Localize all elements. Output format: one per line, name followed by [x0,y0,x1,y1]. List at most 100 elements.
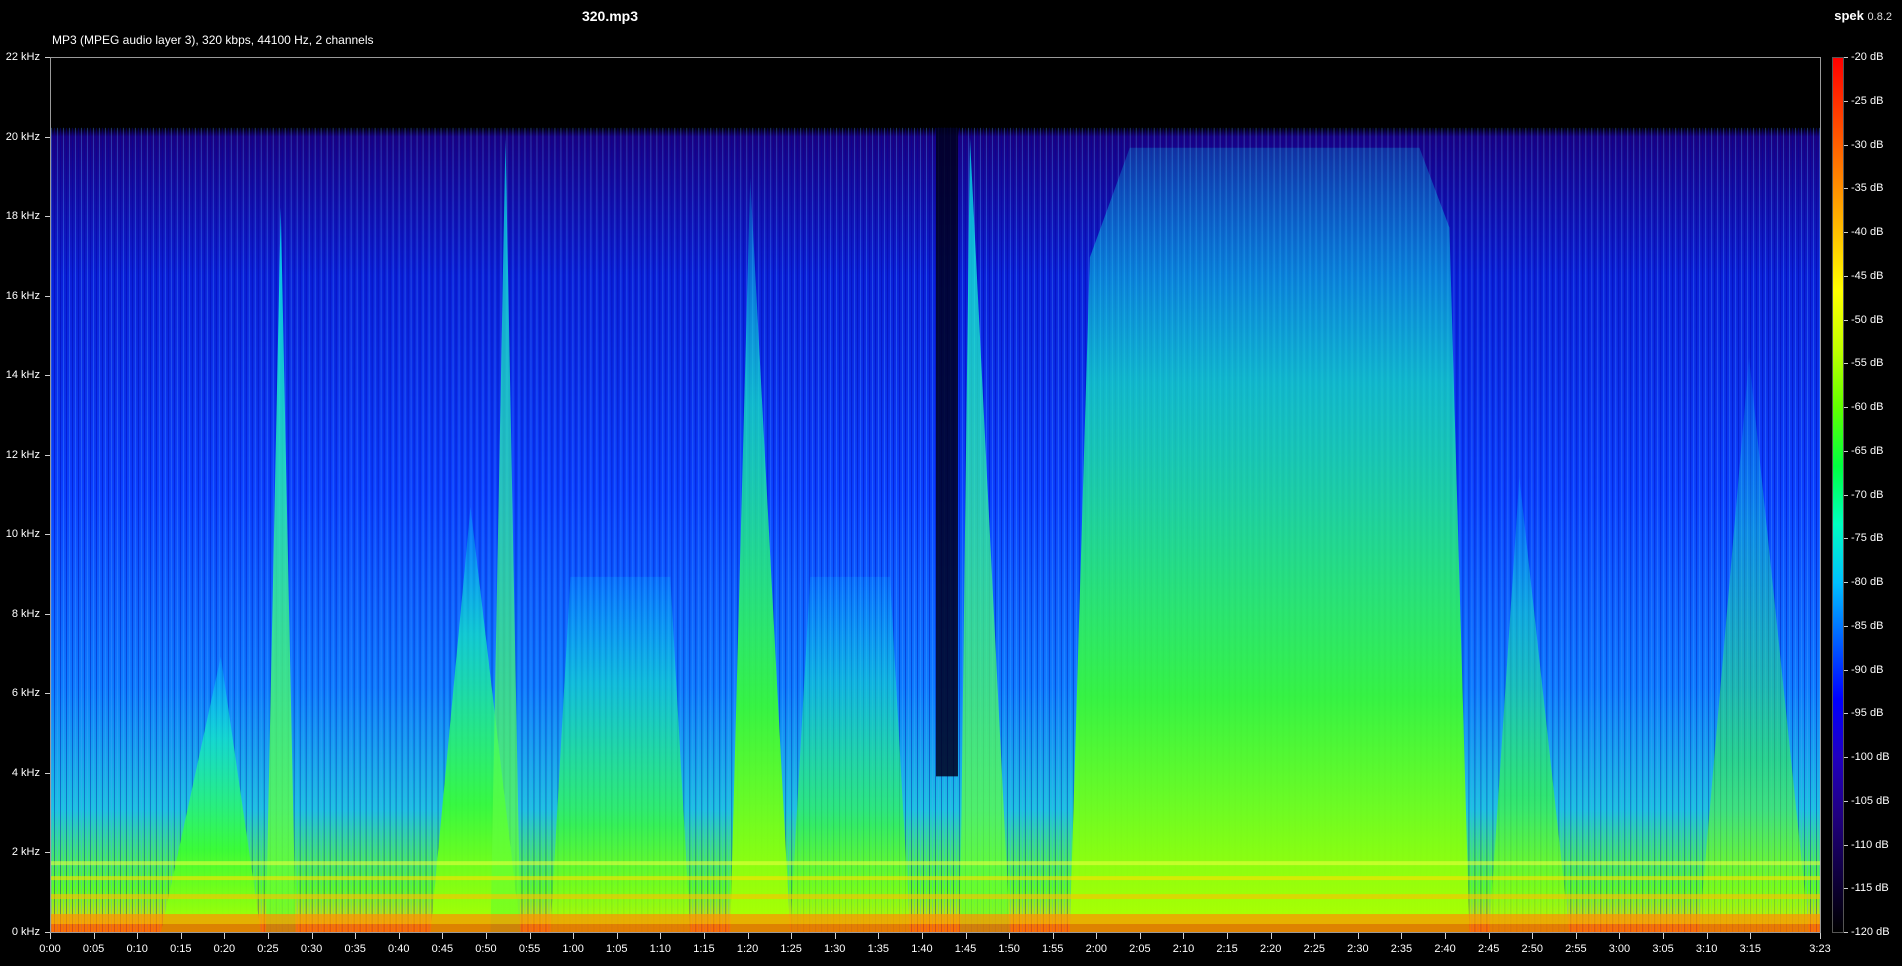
time-tick-label: 0:00 [39,943,61,955]
freq-tick-label: 2 kHz [11,846,40,859]
freq-tick-mark [45,57,50,58]
time-tick-label: 0:25 [257,943,279,955]
freq-tick-label: 4 kHz [11,766,40,779]
db-tick-mark [1844,319,1848,321]
time-tick-label: 1:40 [911,943,933,955]
time-tick-label: 0:05 [82,943,105,955]
time-tick-label: 3:00 [1608,943,1631,955]
time-tick-label: 3:05 [1652,943,1674,955]
db-tick-label: -115 dB [1851,882,1889,895]
time-tick-label: 2:15 [1216,943,1238,955]
time-tick-label: 0:45 [431,943,454,955]
file-info: MP3 (MPEG audio layer 3), 320 kbps, 4410… [52,33,374,47]
db-tick-label: -30 dB [1851,138,1884,151]
freq-tick-label: 8 kHz [11,607,40,620]
db-tick-mark [1844,625,1848,627]
time-tick-mark [224,933,226,939]
time-tick-mark [1227,933,1229,939]
db-tick-mark [1844,450,1848,452]
time-tick-label: 1:55 [1041,943,1064,955]
time-tick-label: 1:05 [606,943,628,955]
db-tick-label: -80 dB [1851,576,1884,588]
spectrogram-image [51,58,1820,932]
time-tick-label: 1:15 [693,943,715,955]
db-tick-label: -65 dB [1851,444,1884,457]
time-tick-mark [660,933,662,939]
db-tick-mark [1844,407,1848,408]
db-tick-label: -70 dB [1851,488,1884,501]
time-tick-mark [616,933,618,939]
freq-tick-label: 12 kHz [5,448,40,461]
db-tick-label: -105 dB [1851,794,1890,807]
db-tick-mark [1844,669,1848,671]
time-tick-label: 0:15 [170,943,192,955]
time-tick-mark [1663,933,1665,939]
time-tick-label: 1:50 [998,943,1020,955]
time-tick-label: 0:40 [388,943,410,955]
time-tick-mark [311,933,313,939]
time-tick-mark [1619,933,1621,939]
time-tick-mark [1401,933,1403,939]
freq-tick-mark [45,693,50,695]
freq-tick-mark [45,216,50,218]
db-tick-label: -95 dB [1851,707,1884,720]
db-tick-label: -40 dB [1851,226,1884,238]
time-tick-mark [267,933,269,939]
db-tick-mark [1844,144,1848,146]
db-tick-mark [1844,363,1848,365]
freq-tick-label: 10 kHz [5,528,40,541]
time-tick-mark [921,933,923,939]
db-tick-label: -50 dB [1851,313,1884,326]
time-tick-label: 2:00 [1085,943,1108,955]
time-tick-mark [1706,933,1708,939]
db-tick-mark [1844,57,1848,58]
time-axis: 0:00 0:05 0:10 0:15 0:20 0:25 0:30 0:35 0:40 0:45… [0,933,1902,966]
time-tick-label: 3:10 [1695,943,1718,955]
db-tick-label: -75 dB [1851,532,1884,545]
time-tick-label: 1:30 [824,943,846,955]
time-tick-label: 2:35 [1390,943,1413,955]
time-tick-label: 2:55 [1565,943,1587,955]
db-tick-mark [1844,582,1848,583]
time-tick-mark [485,933,487,939]
time-tick-label: 3:23 [1809,943,1831,955]
time-tick-label: 3:15 [1739,943,1761,955]
time-tick-label: 0:55 [518,943,541,955]
time-tick-mark [791,933,793,939]
freq-tick-label: 22 kHz [5,51,40,63]
freq-tick-mark [45,136,50,138]
freq-tick-mark [45,534,50,536]
freq-tick-mark [45,613,50,615]
time-tick-mark [1096,933,1098,939]
db-tick-label: -25 dB [1851,94,1884,107]
time-tick-label: 2:50 [1521,943,1543,955]
time-tick-mark [355,933,357,939]
time-tick-label: 0:20 [213,943,236,955]
db-tick-mark [1844,100,1848,102]
freq-tick-label: 20 kHz [5,130,40,143]
time-tick-label: 0:30 [300,943,323,955]
time-tick-label: 2:25 [1303,943,1325,955]
db-tick-mark [1844,538,1848,540]
db-tick-mark [1844,188,1848,190]
db-tick-label: -55 dB [1851,357,1884,370]
time-tick-mark [834,933,836,939]
db-tick-label: -45 dB [1851,269,1884,282]
spectrogram-canvas[interactable] [50,57,1821,933]
time-tick-label: 2:05 [1129,943,1151,955]
time-tick-label: 1:20 [736,943,759,955]
time-tick-label: 0:10 [126,943,148,955]
frequency-axis: 22 kHz 20 kHz 18 kHz 16 kHz 14 kHz 12 kHz 10 k… [0,0,50,966]
db-tick-label: -120 dB [1851,926,1890,938]
db-tick-mark [1844,494,1848,496]
freq-tick-mark [45,295,50,297]
time-tick-mark [1532,933,1534,939]
time-tick-label: 2:40 [1434,943,1456,955]
time-tick-mark [1445,933,1447,939]
db-tick-mark [1844,275,1848,277]
time-tick-mark [529,933,531,939]
time-tick-mark [965,933,967,939]
db-tick-mark [1844,713,1848,715]
db-tick-mark [1844,932,1848,933]
freq-tick-label: 16 kHz [5,289,40,302]
